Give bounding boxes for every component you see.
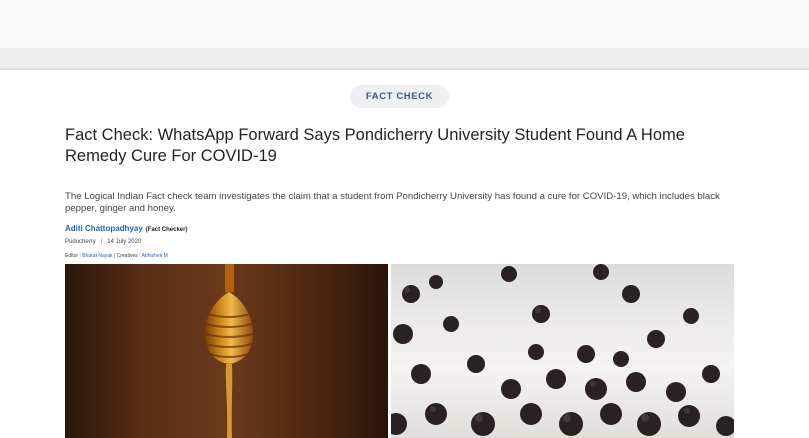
article-meta: Puducherry | 14 July 2020 <box>65 239 141 245</box>
editor-label: Editor : <box>65 253 81 259</box>
article-summary: The Logical Indian Fact check team inves… <box>65 191 720 214</box>
header-divider-band <box>0 48 809 68</box>
black-pepper-image <box>391 264 734 438</box>
editor-link[interactable]: Bharat Nayak <box>82 253 112 259</box>
creatives-link[interactable]: Abhishek M <box>142 253 168 259</box>
category-badge[interactable]: FACT CHECK <box>350 85 449 108</box>
honey-dipper-image <box>65 264 388 438</box>
creatives-label: Creatives : <box>116 253 141 259</box>
author-role: (Fact Checker) <box>145 227 188 233</box>
article-title: Fact Check: WhatsApp Forward Says Pondic… <box>65 126 685 165</box>
article-date: 14 July 2020 <box>107 239 142 245</box>
credits-separator: | <box>113 253 116 259</box>
author-link[interactable]: Aditi Chattopadhyay <box>65 224 143 233</box>
header-divider-line <box>0 68 809 70</box>
meta-separator: | <box>100 239 103 245</box>
article-credits: Editor : Bharat Nayak | Creatives : Abhi… <box>65 253 168 259</box>
article-location: Puducherry <box>65 239 96 245</box>
author-byline: Aditi Chattopadhyay (Fact Checker) <box>65 224 187 235</box>
top-navigation-bar <box>0 0 809 48</box>
